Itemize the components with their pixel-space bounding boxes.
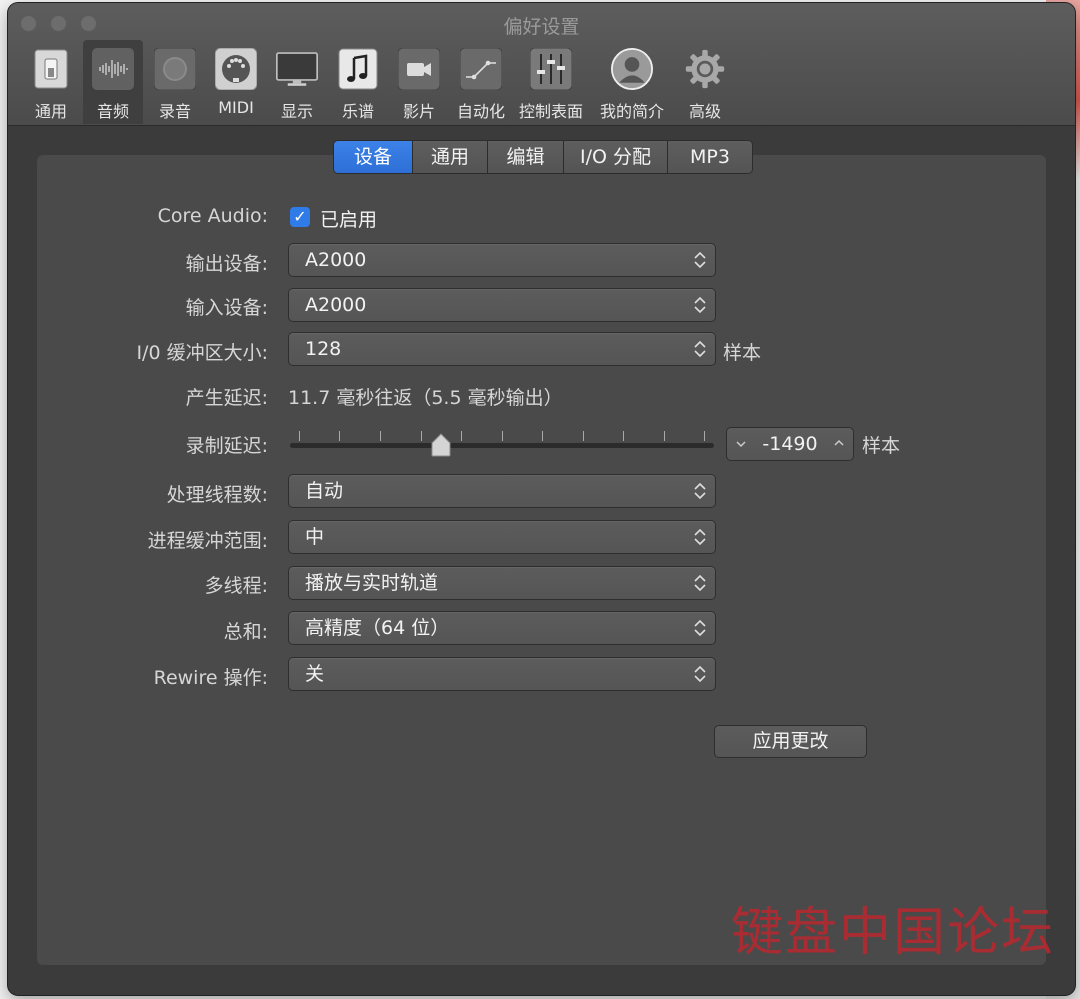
latency-label: 产生延迟: <box>185 387 268 409</box>
up-down-arrows-icon <box>694 482 706 500</box>
summing-popup[interactable]: 高精度（64 位） <box>288 611 716 645</box>
toolbar-item-automation[interactable]: 自动化 <box>451 40 511 124</box>
core-audio-checkbox[interactable]: ✓ <box>290 207 310 227</box>
io-buffer-value: 128 <box>305 338 342 360</box>
process-buffer-value: 中 <box>305 526 325 548</box>
tab-devices[interactable]: 设备 <box>334 141 413 173</box>
io-buffer-popup[interactable]: 128 <box>288 332 716 366</box>
mixer-faders-icon <box>530 48 572 90</box>
window-title: 偏好设置 <box>503 16 580 38</box>
slider-tick <box>339 431 340 441</box>
output-device-value: A2000 <box>305 249 367 271</box>
checkmark-icon: ✓ <box>293 207 307 226</box>
toolbar-label-my-info: 我的简介 <box>599 102 664 121</box>
process-threads-label: 处理线程数: <box>166 484 268 506</box>
toolbar-item-control-surfaces[interactable]: 控制表面 <box>519 40 583 124</box>
slider-tick <box>664 431 665 441</box>
multithreading-label: 多线程: <box>204 575 268 597</box>
slider-tick <box>542 431 543 441</box>
latency-value: 11.7 毫秒往返（5.5 毫秒输出） <box>288 387 563 409</box>
input-device-popup[interactable]: A2000 <box>288 288 716 322</box>
up-down-arrows-icon <box>694 340 706 358</box>
title-bar: 偏好设置 通用 音频 录音 MIDI 显示 乐谱 影片 自动化 控制表面 我的简… <box>8 3 1075 126</box>
toolbar-label-control-surfaces: 控制表面 <box>518 102 583 121</box>
slider-tick <box>502 431 503 441</box>
multithreading-popup[interactable]: 播放与实时轨道 <box>288 566 716 600</box>
video-camera-icon <box>398 48 440 90</box>
toolbar-item-my-info[interactable]: 我的简介 <box>600 40 664 124</box>
core-audio-label: Core Audio: <box>157 205 268 227</box>
toolbar-item-movie[interactable]: 影片 <box>389 40 449 124</box>
chevron-up-icon[interactable] <box>833 438 845 448</box>
process-threads-value: 自动 <box>305 480 344 502</box>
preferences-window: 偏好设置 通用 音频 录音 MIDI 显示 乐谱 影片 自动化 控制表面 我的简… <box>8 3 1075 995</box>
tab-general[interactable]: 通用 <box>413 141 488 173</box>
slider-tick <box>623 431 624 441</box>
slider-tick <box>299 431 300 441</box>
up-down-arrows-icon <box>694 251 706 269</box>
tab-mp3[interactable]: MP3 <box>668 141 752 173</box>
summing-value: 高精度（64 位） <box>305 617 450 639</box>
waveform-icon <box>92 48 134 90</box>
rewire-label: Rewire 操作: <box>153 667 268 689</box>
tab-editing[interactable]: 编辑 <box>488 141 564 173</box>
record-delay-slider-track[interactable] <box>290 443 714 448</box>
slider-tick <box>704 431 705 441</box>
monitor-icon <box>276 48 318 90</box>
toolbar-item-advanced[interactable]: 高级 <box>675 40 735 124</box>
gear-icon <box>684 48 726 90</box>
up-down-arrows-icon <box>694 665 706 683</box>
user-profile-icon <box>611 48 653 90</box>
switch-icon <box>30 48 72 90</box>
rewire-value: 关 <box>305 663 325 685</box>
up-down-arrows-icon <box>694 528 706 546</box>
automation-curve-icon <box>460 48 502 90</box>
core-audio-enabled-label: 已启用 <box>320 209 378 231</box>
input-device-value: A2000 <box>305 294 367 316</box>
tab-io-assignments[interactable]: I/O 分配 <box>564 141 668 173</box>
process-threads-popup[interactable]: 自动 <box>288 474 716 508</box>
toolbar-label-advanced: 高级 <box>688 102 721 121</box>
process-buffer-popup[interactable]: 中 <box>288 520 716 554</box>
multithreading-value: 播放与实时轨道 <box>305 572 439 594</box>
rewire-popup[interactable]: 关 <box>288 657 716 691</box>
up-down-arrows-icon <box>694 296 706 314</box>
apply-changes-button[interactable]: 应用更改 <box>714 725 867 758</box>
toolbar-item-general[interactable]: 通用 <box>21 40 81 124</box>
process-buffer-label: 进程缓冲范围: <box>147 530 268 552</box>
record-delay-stepper[interactable]: -1490 <box>726 427 854 461</box>
slider-tick <box>380 431 381 441</box>
output-device-popup[interactable]: A2000 <box>288 243 716 277</box>
up-down-arrows-icon <box>694 574 706 592</box>
record-delay-slider-thumb[interactable] <box>431 433 451 457</box>
slider-tick <box>421 431 422 441</box>
io-buffer-label: I/0 缓冲区大小: <box>136 342 268 364</box>
io-buffer-unit: 样本 <box>723 342 762 364</box>
input-device-label: 输入设备: <box>185 297 268 319</box>
output-device-label: 输出设备: <box>185 253 268 275</box>
slider-tick <box>461 431 462 441</box>
summing-label: 总和: <box>223 621 268 643</box>
tab-bar: 设备 通用 编辑 I/O 分配 MP3 <box>333 140 753 174</box>
record-delay-label: 录制延迟: <box>185 435 268 457</box>
toolbar-label-automation: 自动化 <box>456 102 505 121</box>
up-down-arrows-icon <box>694 619 706 637</box>
music-note-icon <box>337 48 379 90</box>
record-icon <box>154 48 196 90</box>
watermark: 键盘中国论坛 <box>731 903 1056 963</box>
record-delay-unit: 样本 <box>862 435 901 457</box>
midi-port-icon <box>215 48 257 90</box>
toolbar-item-audio[interactable]: 音频 <box>83 40 143 124</box>
slider-tick <box>583 431 584 441</box>
